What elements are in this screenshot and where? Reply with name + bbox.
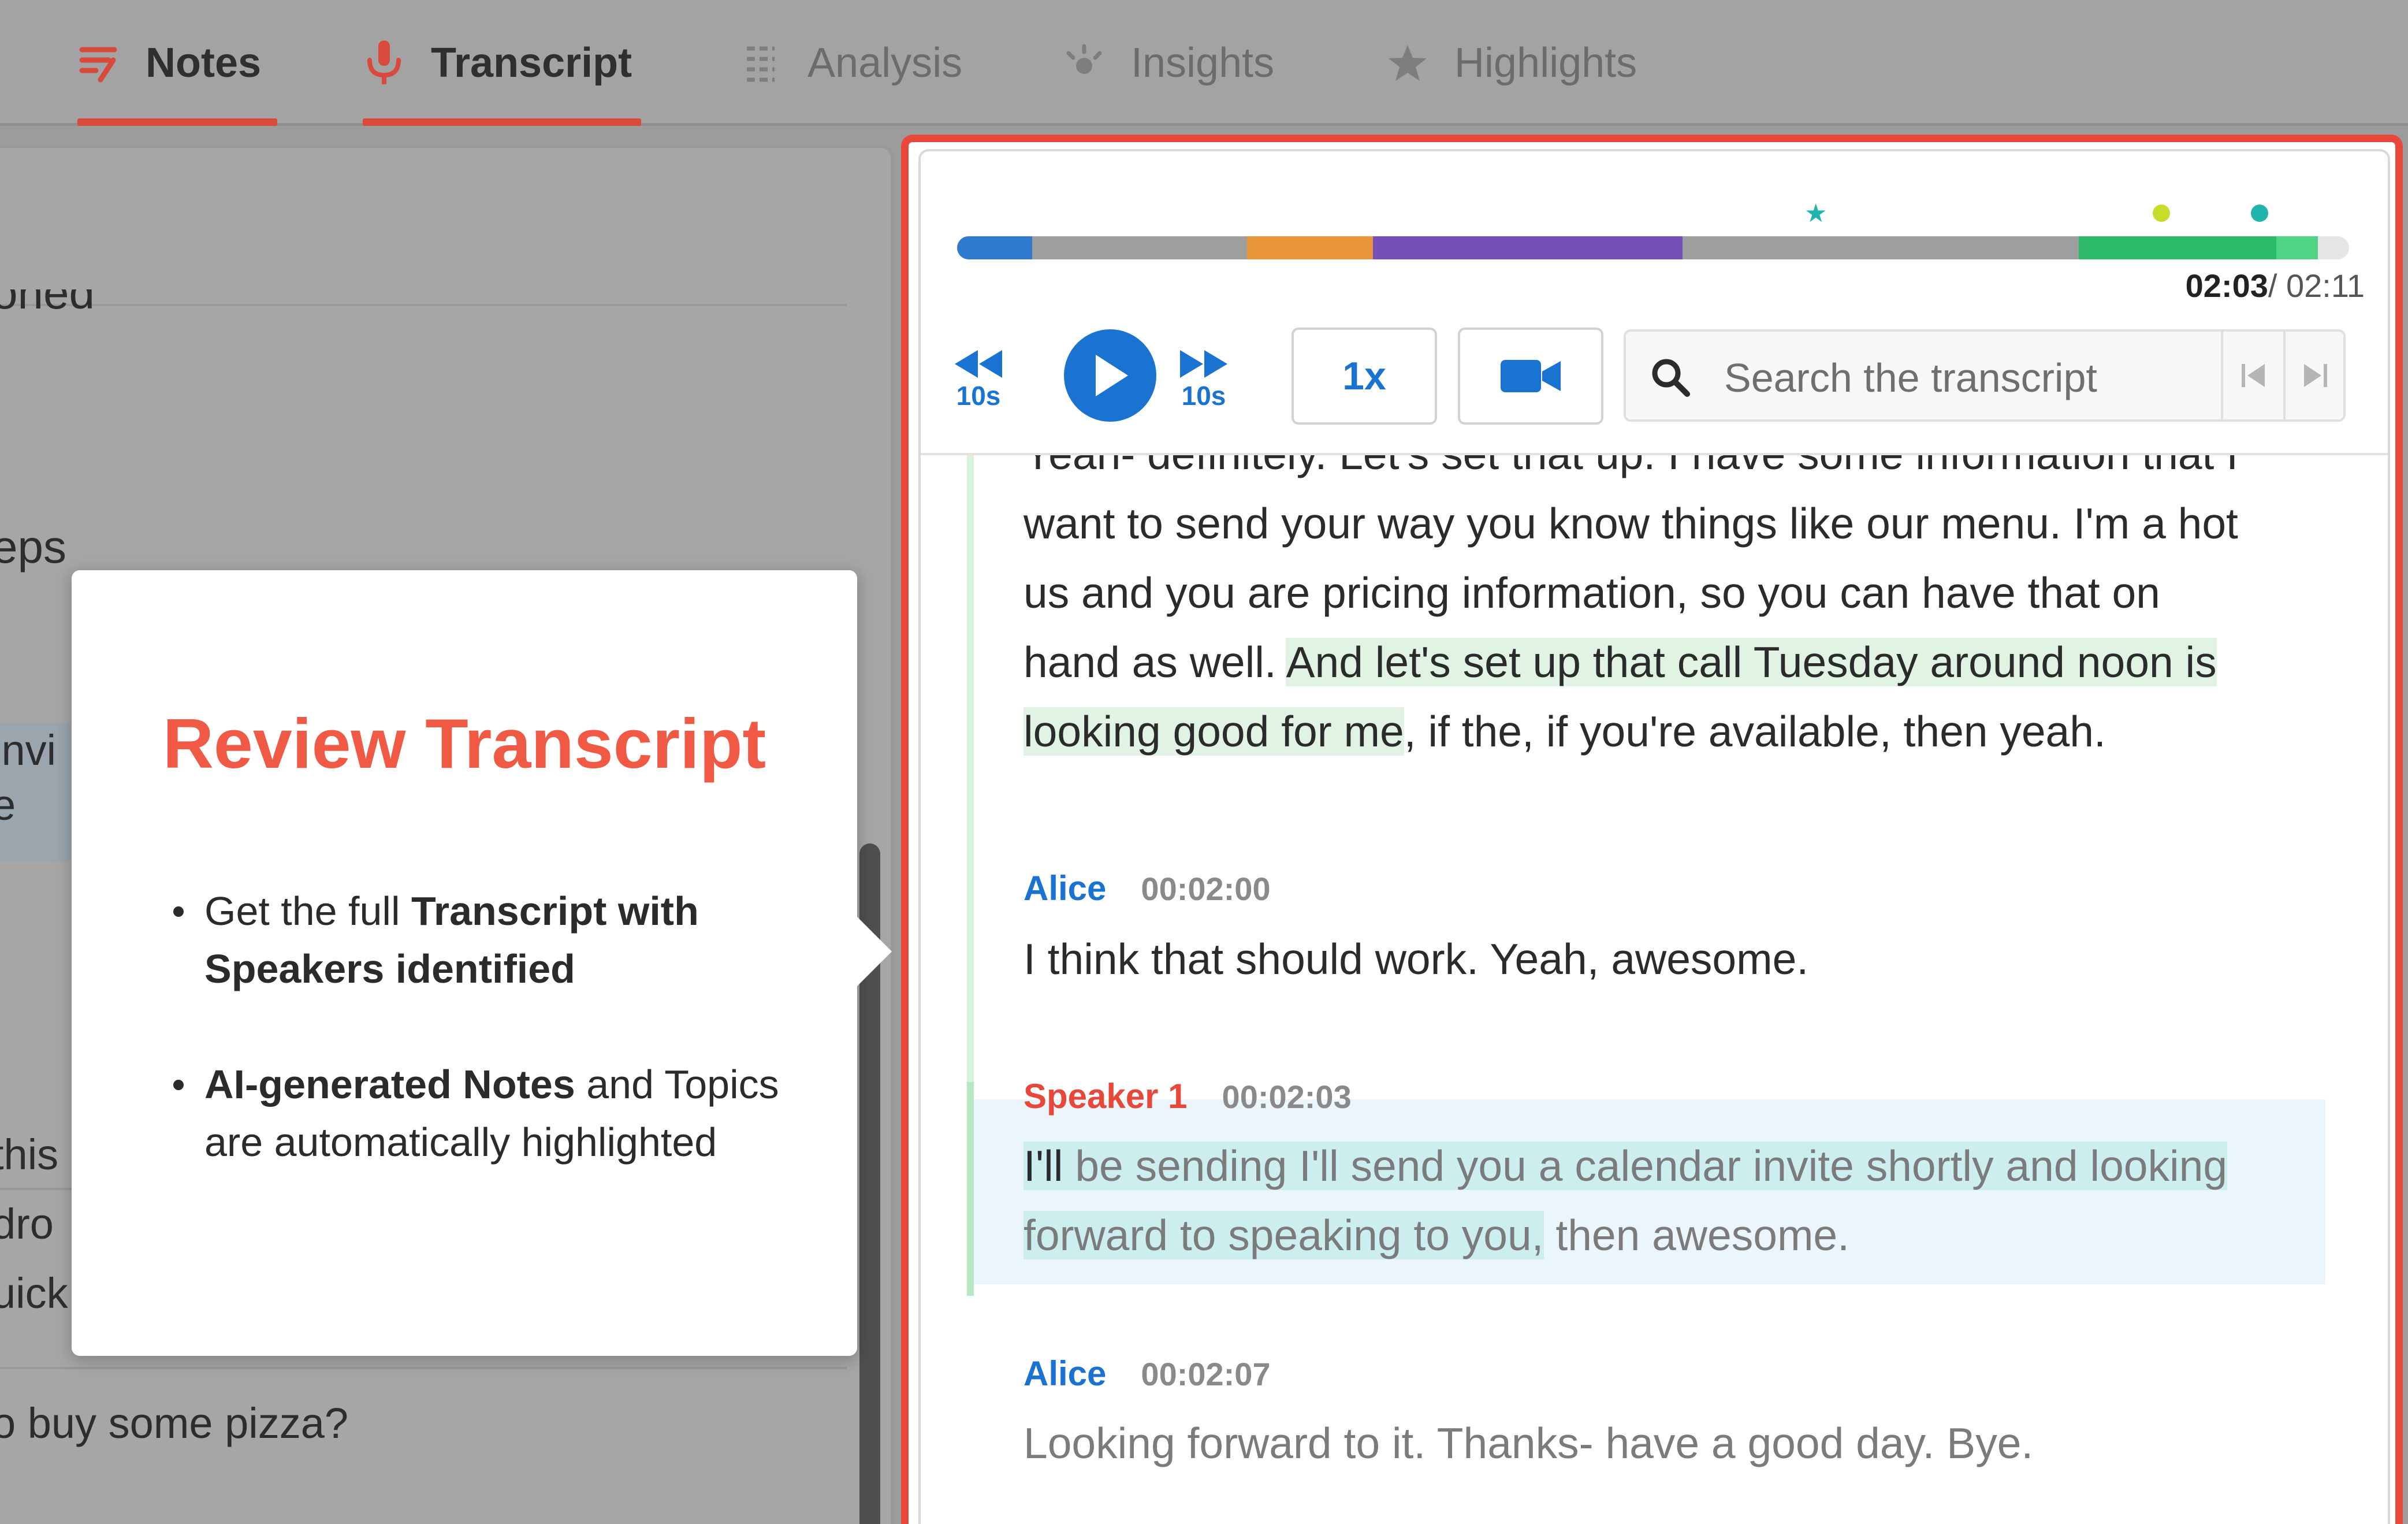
speaker-bar-active: [967, 1082, 974, 1296]
transcript-line: forward to speaking to you, then awesome…: [1024, 1200, 2323, 1270]
transcript-line: Yeah- definitely. Let's set that up. I h…: [1024, 453, 2239, 478]
playback-timeline[interactable]: [957, 236, 2349, 259]
divider: [0, 304, 847, 306]
timestamp[interactable]: 00:02:00: [1141, 870, 1270, 908]
highlighted-text: And let's set up that call Tuesday aroun…: [1286, 638, 2217, 686]
previous-match-button[interactable]: [2221, 332, 2283, 419]
tab-notes-label: Notes: [146, 40, 262, 86]
time-readout: 02:03/ 02:11: [2186, 267, 2365, 304]
tab-transcript[interactable]: Transcript: [363, 0, 641, 126]
speaker-name[interactable]: Alice: [1024, 868, 1106, 908]
tab-highlights[interactable]: Highlights: [1386, 0, 1663, 126]
insights-icon: [1063, 42, 1106, 84]
timeline-segment: [1683, 236, 2079, 259]
text-run: then awesome.: [1543, 1211, 1849, 1259]
tab-analysis-label: Analysis: [807, 40, 963, 86]
text-run: hand as well.: [1024, 638, 1286, 686]
notes-fragment: uick: [0, 1269, 68, 1317]
timestamp[interactable]: 00:02:03: [1222, 1078, 1352, 1116]
forward-10s-button[interactable]: 10s: [1169, 336, 1238, 423]
speaker-name[interactable]: Alice: [1024, 1354, 1106, 1393]
transcript-panel: ★ 02:03/ 02:11 10s 10s 1x Search the tra…: [918, 149, 2390, 1524]
highlighted-text: looking good for me: [1024, 707, 1404, 756]
transcript-line: want to send your way you know things li…: [1024, 499, 2238, 548]
tab-analysis[interactable]: Analysis: [739, 0, 982, 126]
play-icon: [1096, 355, 1128, 396]
notes-fragment: o buy some pizza?: [0, 1399, 349, 1447]
active-word: I'll: [1024, 1142, 1063, 1190]
next-match-button[interactable]: [2283, 332, 2346, 419]
timeline-segment: [957, 236, 1032, 259]
highlighted-text: be sending I'll send you a calendar invi…: [1063, 1142, 2228, 1190]
notes-icon: [77, 42, 120, 84]
rewind-10s-button[interactable]: 10s: [944, 336, 1013, 423]
timeline-segment: [1247, 236, 1373, 259]
onboarding-tooltip: Review Transcript Get the full Transcrip…: [72, 570, 892, 1356]
tab-insights[interactable]: Insights: [1063, 0, 1305, 126]
timeline-segment: [2079, 236, 2276, 259]
current-time: 02:03: [2185, 267, 2268, 304]
notes-fragment: oned: [0, 267, 95, 318]
tab-insights-label: Insights: [1131, 40, 1275, 86]
text-run: , if the, if you're available, then yeah…: [1404, 707, 2106, 756]
timeline-segment: [1373, 236, 1683, 259]
topic-marker[interactable]: [2251, 205, 2268, 222]
search-icon: [1652, 359, 1690, 397]
notes-fragment: e: [0, 780, 16, 830]
notes-fragment: eps: [0, 521, 66, 573]
rewind-label: 10s: [956, 381, 1001, 411]
timeline-segment: [1032, 236, 1247, 259]
search-input[interactable]: [1724, 349, 2221, 407]
tooltip-bullets: Get the full Transcript with Speakers id…: [173, 882, 817, 1229]
star-marker-icon[interactable]: ★: [1804, 201, 1827, 226]
video-camera-icon: [1501, 360, 1561, 392]
bullet-bold-text: AI-generated Notes: [204, 1062, 575, 1107]
transcript-text[interactable]: I think that should work. Yeah, awesome.: [1024, 924, 2323, 994]
transcript-line: I'll be sending I'll send you a calendar…: [1024, 1131, 2323, 1200]
transcript-line: us and you are pricing information, so y…: [1024, 568, 2160, 617]
tab-highlights-label: Highlights: [1454, 40, 1637, 86]
tab-transcript-label: Transcript: [431, 40, 632, 86]
playback-speed-button[interactable]: 1x: [1292, 328, 1437, 425]
star-icon: [1386, 42, 1429, 84]
speaker-header: Alice 00:02:00: [1024, 868, 1271, 908]
transcript-text[interactable]: Yeah- definitely. Let's set that up. I h…: [1024, 453, 2323, 766]
transcript-line: looking good for me, if the, if you're a…: [1024, 697, 2323, 766]
notes-fragment: invi: [0, 726, 57, 774]
timeline-segment: [2276, 236, 2318, 259]
transcript-text[interactable]: I'll be sending I'll send you a calendar…: [1024, 1131, 2323, 1270]
tab-notes[interactable]: Notes: [77, 0, 277, 126]
play-button[interactable]: [1064, 329, 1156, 422]
tab-bar: Notes Transcript Analysis Insights Highl…: [0, 0, 2408, 126]
skip-previous-icon: [2242, 364, 2265, 387]
microphone-icon: [363, 40, 405, 84]
analysis-icon: [739, 42, 782, 84]
transcript-body: Yeah- definitely. Let's set that up. I h…: [921, 453, 2388, 1524]
tooltip-bullet: AI-generated Notes and Topics are automa…: [173, 1055, 817, 1171]
video-toggle-button[interactable]: [1458, 328, 1603, 425]
notes-fragment: this: [0, 1131, 59, 1179]
rewind-icon: [955, 350, 1002, 378]
transcript-line: hand as well. And let's set up that call…: [1024, 627, 2323, 697]
speaker-header: Speaker 1 00:02:03: [1024, 1076, 1352, 1116]
transcript-search[interactable]: [1624, 329, 2346, 422]
timestamp[interactable]: 00:02:07: [1141, 1355, 1270, 1393]
forward-label: 10s: [1181, 381, 1226, 411]
tooltip-bullet: Get the full Transcript with Speakers id…: [173, 882, 817, 998]
transcript-text[interactable]: Looking forward to it. Thanks- have a go…: [1024, 1408, 2323, 1478]
highlighted-text: forward to speaking to you,: [1024, 1211, 1544, 1259]
notes-fragment: dro: [0, 1200, 54, 1248]
fast-forward-icon: [1180, 350, 1227, 378]
tooltip-title: Review Transcript: [162, 704, 766, 783]
divider: [0, 1367, 847, 1369]
topic-marker[interactable]: [2153, 205, 2170, 222]
bullet-text: Get the full: [204, 889, 411, 934]
skip-next-icon: [2304, 364, 2327, 387]
speaker-name[interactable]: Speaker 1: [1024, 1076, 1188, 1116]
speed-label: 1x: [1342, 354, 1386, 398]
total-time: / 02:11: [2268, 267, 2365, 304]
speaker-header: Alice 00:02:07: [1024, 1354, 1271, 1393]
